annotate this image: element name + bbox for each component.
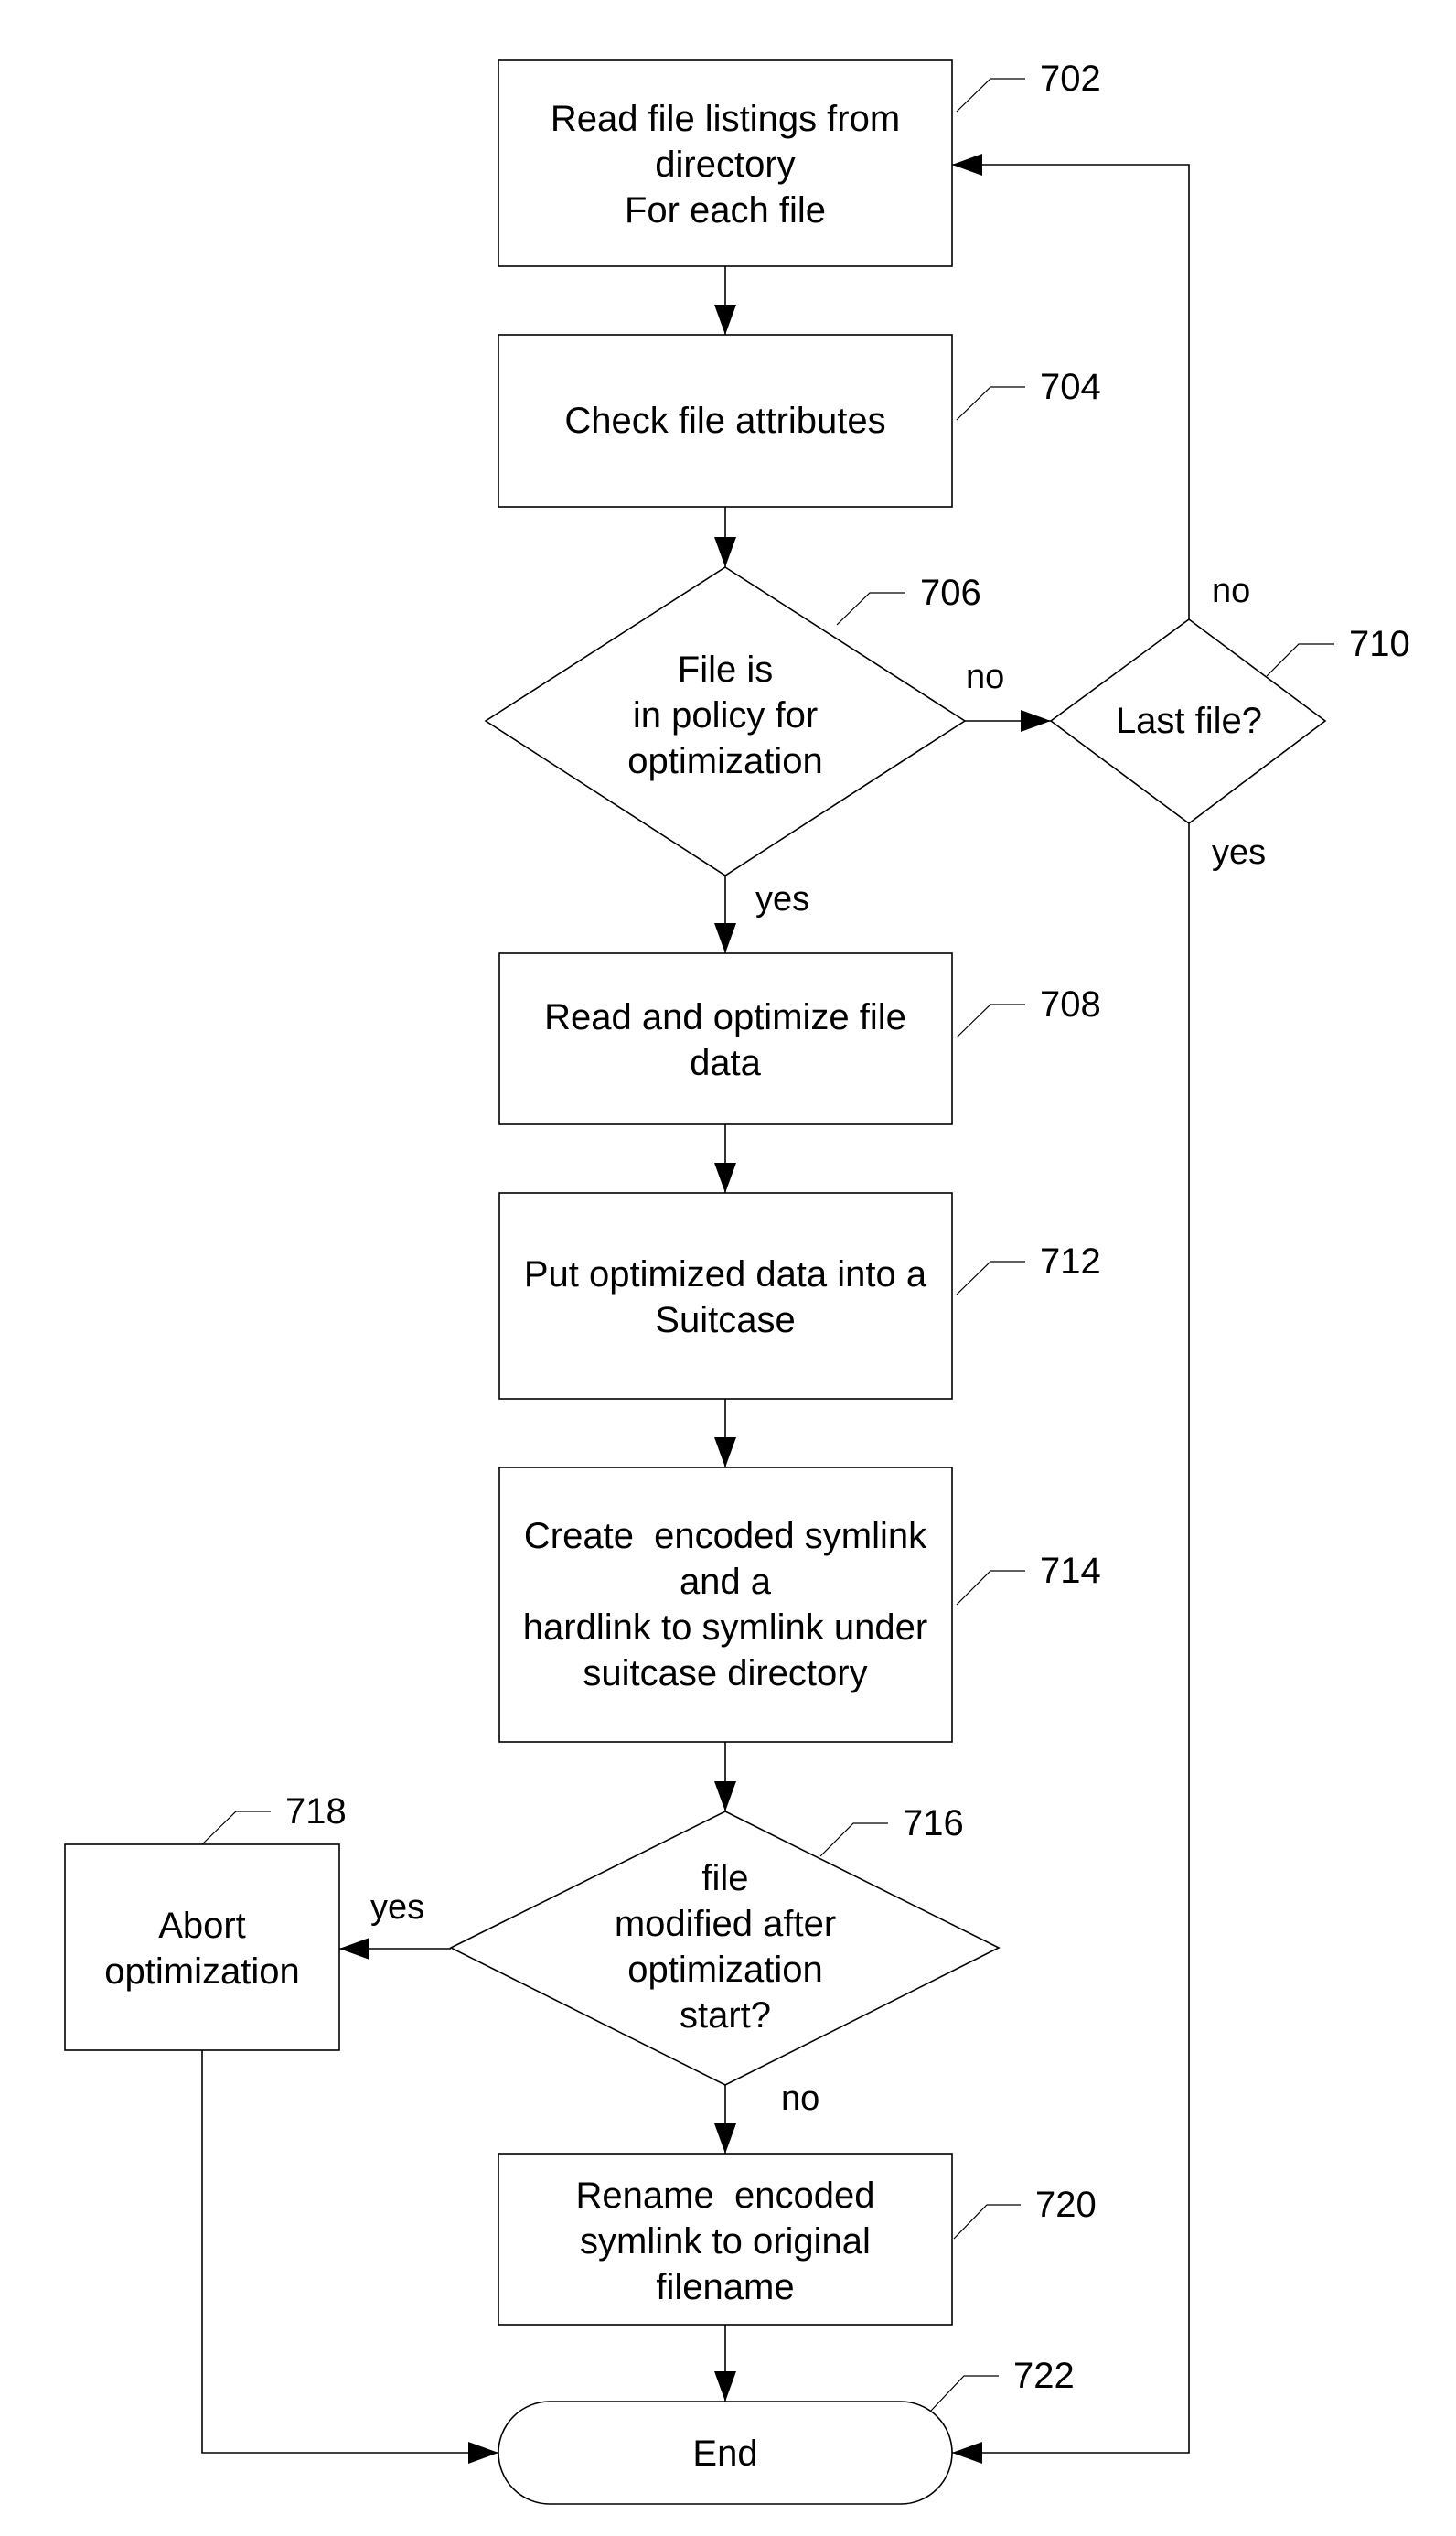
node-714-line-2: and a <box>680 1562 772 1602</box>
node-720-line-1: Rename encoded <box>576 2176 875 2216</box>
node-706-line-3: optimization <box>627 741 822 781</box>
ref-706: 706 <box>920 573 981 613</box>
edge-label-710-no: no <box>1212 572 1250 610</box>
ref-leader <box>956 386 1025 421</box>
node-706-line-1: File is <box>678 650 773 690</box>
node-712-line-1: Put optimized data into a <box>524 1254 927 1295</box>
ref-leader <box>201 1811 271 1845</box>
flowchart: Read file listings from directory For ea… <box>64 59 1410 2505</box>
node-722: End 722 <box>498 2356 1075 2505</box>
node-714: Create encoded symlink and a hardlink to… <box>498 1467 1101 1743</box>
arrow-head <box>1021 710 1051 732</box>
arrow-head <box>714 305 736 335</box>
node-718-line-2: optimization <box>104 1951 299 1992</box>
ref-leader <box>956 1004 1025 1038</box>
node-702-line-3: For each file <box>625 190 826 231</box>
node-706-line-2: in policy for <box>633 695 818 736</box>
node-712: Put optimized data into a Suitcase 712 <box>498 1192 1101 1400</box>
node-718: Abort optimization 718 <box>64 1791 347 2051</box>
edge-label-716-yes: yes <box>370 1888 424 1927</box>
ref-720: 720 <box>1035 2185 1097 2225</box>
arrow-head <box>714 1781 736 1811</box>
ref-leader <box>836 592 905 626</box>
arrow-head <box>339 1938 369 1960</box>
edge-718-722 <box>201 2050 498 2454</box>
process-box <box>498 1467 953 1743</box>
ref-leader <box>930 2375 999 2412</box>
node-702-line-1: Read file listings from <box>551 99 900 139</box>
arrow-head <box>468 2442 498 2464</box>
process-box <box>64 1843 340 2051</box>
node-708-line-1: Read and optimize file <box>544 997 906 1037</box>
arrow-head <box>714 2371 736 2402</box>
ref-704: 704 <box>1040 367 1101 407</box>
node-704-line-1: Check file attributes <box>564 401 885 441</box>
node-706: File is in policy for optimization 706 <box>484 566 981 876</box>
node-716-line-3: optimization <box>627 1950 822 1990</box>
edge-label-716-no: no <box>781 2079 819 2118</box>
node-720-line-3: filename <box>656 2267 794 2307</box>
node-716-line-2: modified after <box>615 1904 836 1944</box>
arrow-head <box>952 154 982 176</box>
arrow-head <box>714 923 736 953</box>
node-710: Last file? 710 <box>1049 618 1410 824</box>
node-718-line-1: Abort <box>158 1906 246 1946</box>
node-710-line-1: Last file? <box>1116 701 1262 741</box>
node-720: Rename encoded symlink to original filen… <box>498 2153 1097 2326</box>
ref-leader <box>953 2204 1021 2240</box>
node-702: Read file listings from directory For ea… <box>498 59 1101 267</box>
node-712-line-2: Suitcase <box>655 1300 795 1340</box>
node-716-line-4: start? <box>680 1995 771 2036</box>
decision-diamond <box>449 1811 1001 2086</box>
arrow-head <box>714 1437 736 1467</box>
ref-714: 714 <box>1040 1551 1101 1591</box>
edge-label-706-no: no <box>966 658 1004 696</box>
node-704: Check file attributes 704 <box>498 334 1101 508</box>
ref-710: 710 <box>1349 624 1410 664</box>
ref-leader <box>956 78 1025 113</box>
arrow-head <box>714 1163 736 1193</box>
node-708-line-2: data <box>690 1043 762 1083</box>
process-box <box>498 952 953 1125</box>
node-722-line-1: End <box>692 2434 757 2474</box>
node-716-line-1: file <box>701 1858 748 1898</box>
node-714-line-4: suitcase directory <box>583 1653 867 1693</box>
ref-708: 708 <box>1040 984 1101 1025</box>
ref-leader <box>956 1570 1025 1606</box>
process-box <box>498 1192 953 1400</box>
ref-712: 712 <box>1040 1241 1101 1282</box>
ref-722: 722 <box>1013 2356 1075 2396</box>
arrow-head <box>714 2123 736 2154</box>
node-716: file modified after optimization start? … <box>449 1803 1001 2086</box>
ref-718: 718 <box>285 1791 347 1832</box>
ref-leader <box>956 1261 1025 1295</box>
edge-label-706-yes: yes <box>755 880 809 919</box>
node-702-line-2: directory <box>655 145 795 185</box>
node-714-line-3: hardlink to symlink under <box>523 1607 927 1648</box>
node-708: Read and optimize file data 708 <box>498 952 1101 1125</box>
ref-702: 702 <box>1040 59 1101 99</box>
arrow-head <box>714 537 736 567</box>
node-714-line-1: Create encoded symlink <box>524 1516 927 1556</box>
node-720-line-2: symlink to original <box>580 2221 871 2262</box>
edge-label-710-yes: yes <box>1212 833 1266 872</box>
ref-leader <box>1266 643 1334 677</box>
ref-716: 716 <box>903 1803 964 1843</box>
ref-leader <box>819 1822 888 1857</box>
arrow-head <box>952 2442 982 2464</box>
